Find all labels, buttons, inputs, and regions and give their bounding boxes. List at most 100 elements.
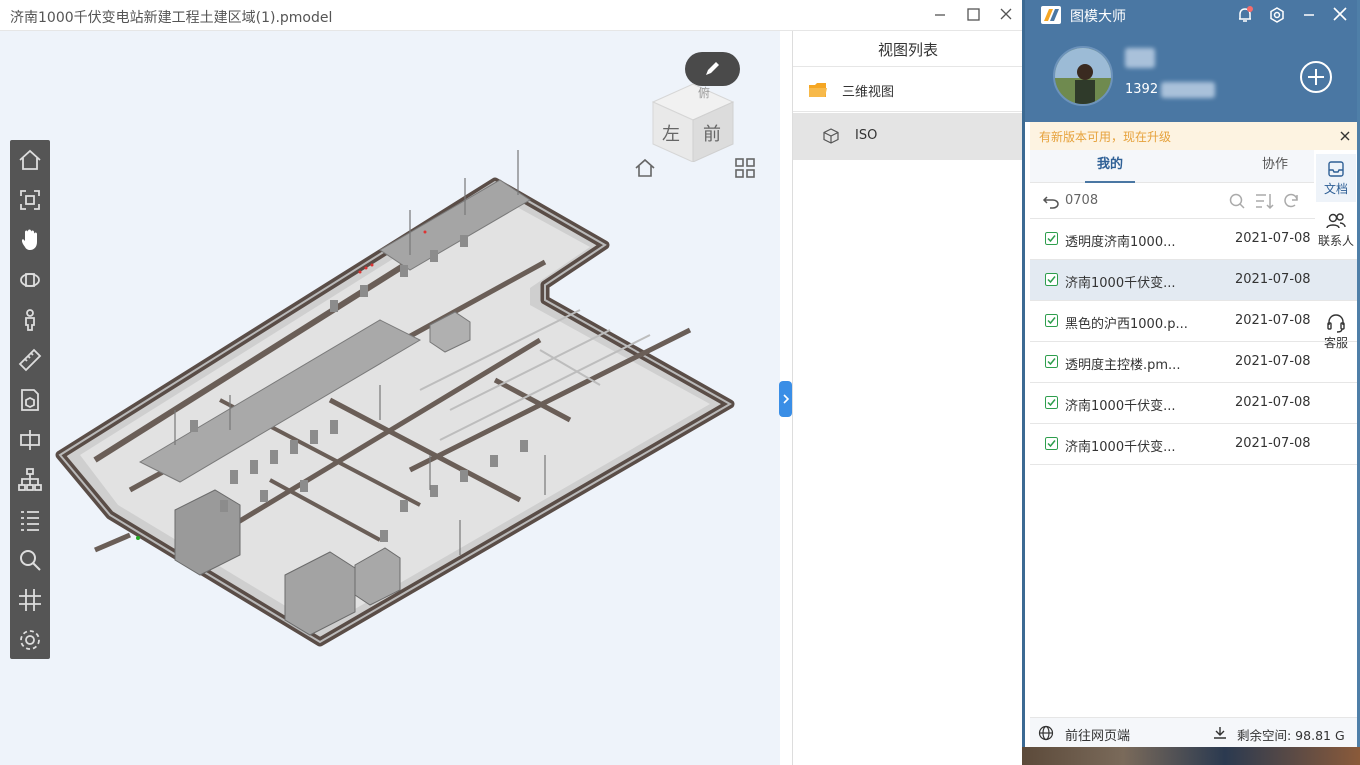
close-button[interactable] bbox=[994, 4, 1018, 26]
model-viewer-window: 济南1000千伏变电站新建工程土建区域(1).pmodel 左 前 俯 视图列表… bbox=[0, 0, 1023, 765]
view-cube[interactable]: 左 前 俯 bbox=[648, 72, 738, 163]
close-icon bbox=[1000, 8, 1012, 20]
measure-tool-button[interactable] bbox=[16, 346, 44, 374]
minimize-button[interactable] bbox=[928, 4, 952, 26]
cube-icon bbox=[823, 128, 839, 144]
file-row[interactable]: 透明度济南1000... 2021-07-08 bbox=[1030, 219, 1357, 260]
rail-label: 文档 bbox=[1323, 182, 1348, 196]
globe-icon bbox=[1038, 725, 1054, 741]
file-name: 济南1000千伏变... bbox=[1065, 276, 1176, 291]
left-toolbar bbox=[10, 140, 50, 659]
file-date: 2021-07-08 bbox=[1235, 313, 1311, 328]
back-icon[interactable] bbox=[1042, 193, 1060, 209]
folder-label: 三维视图 bbox=[842, 85, 895, 100]
multi-view-button[interactable] bbox=[733, 156, 757, 180]
open-web-link[interactable]: 前往网页端 bbox=[1065, 725, 1130, 744]
search-icon bbox=[20, 550, 41, 571]
section-box-button[interactable] bbox=[16, 386, 44, 414]
app-logo bbox=[1041, 6, 1061, 24]
file-name: 黑色的沪西1000.p... bbox=[1065, 317, 1188, 332]
search-icon[interactable] bbox=[1228, 192, 1246, 210]
file-checked-icon bbox=[1045, 437, 1058, 450]
settings-tool-button[interactable] bbox=[16, 626, 44, 654]
minimize-icon bbox=[1304, 14, 1314, 16]
cube-face-left[interactable]: 左 bbox=[662, 120, 680, 146]
properties-button[interactable] bbox=[16, 506, 44, 534]
phone-redacted bbox=[1161, 82, 1215, 98]
view-item-iso[interactable]: ISO bbox=[793, 113, 1023, 160]
minimize-icon bbox=[935, 14, 945, 16]
panel-toggle-handle[interactable] bbox=[779, 381, 792, 417]
notifications-button[interactable] bbox=[1233, 4, 1257, 26]
app-minimize-button[interactable] bbox=[1297, 4, 1321, 26]
download-icon[interactable] bbox=[1212, 725, 1228, 741]
close-icon[interactable] bbox=[1339, 130, 1351, 142]
tab-bar: 我的 协作 bbox=[1030, 150, 1315, 183]
maximize-button[interactable] bbox=[961, 4, 985, 26]
sort-icon[interactable] bbox=[1254, 192, 1274, 210]
file-date: 2021-07-08 bbox=[1235, 354, 1311, 369]
gear-icon bbox=[20, 630, 40, 650]
file-checked-icon bbox=[1045, 355, 1058, 368]
file-row[interactable]: 黑色的沪西1000.p... 2021-07-08 bbox=[1030, 301, 1357, 342]
file-checked-icon bbox=[1045, 314, 1058, 327]
file-checked-icon bbox=[1045, 273, 1058, 286]
avatar-photo bbox=[1055, 48, 1111, 104]
tab-label: 协作 bbox=[1261, 157, 1288, 172]
pan-tool-button[interactable] bbox=[16, 226, 44, 254]
walk-tool-button[interactable] bbox=[16, 306, 44, 334]
file-date: 2021-07-08 bbox=[1235, 231, 1311, 246]
update-banner[interactable]: 有新版本可用，现在升级 bbox=[1030, 122, 1357, 150]
home-icon bbox=[635, 158, 655, 177]
maximize-icon bbox=[967, 8, 980, 21]
split-view-button[interactable] bbox=[16, 426, 44, 454]
cube-face-top[interactable]: 俯 bbox=[698, 84, 710, 101]
axis-grid-button[interactable] bbox=[16, 586, 44, 614]
app-title: 图模大师 bbox=[1070, 9, 1126, 25]
file-name: 济南1000千伏变... bbox=[1065, 399, 1176, 414]
split-icon bbox=[20, 430, 40, 450]
close-icon bbox=[1333, 7, 1347, 21]
cube-face-front[interactable]: 前 bbox=[703, 120, 721, 146]
file-row[interactable]: 济南1000千伏变... 2021-07-08 bbox=[1030, 260, 1357, 301]
user-phone: 1392 bbox=[1125, 82, 1159, 97]
username-redacted bbox=[1125, 48, 1155, 68]
file-name: 透明度主控楼.pm... bbox=[1065, 358, 1181, 373]
file-row[interactable]: 济南1000千伏变... 2021-07-08 bbox=[1030, 383, 1357, 424]
plus-circle-icon bbox=[1300, 61, 1332, 93]
rail-documents[interactable]: 文档 bbox=[1316, 154, 1356, 202]
file-row[interactable]: 济南1000千伏变... 2021-07-08 bbox=[1030, 424, 1357, 465]
view-list-panel: 视图列表 三维视图 ISO bbox=[792, 31, 1023, 765]
fit-view-icon bbox=[20, 190, 40, 210]
search-tool-button[interactable] bbox=[16, 546, 44, 574]
model-tree-button[interactable] bbox=[16, 466, 44, 494]
home-icon bbox=[19, 149, 41, 170]
file-checked-icon bbox=[1045, 396, 1058, 409]
tab-label: 我的 bbox=[1096, 157, 1123, 172]
settings-button[interactable] bbox=[1265, 4, 1289, 26]
storage-remaining: 剩余空间: 98.81 G bbox=[1237, 728, 1345, 743]
add-button[interactable] bbox=[1299, 60, 1333, 94]
document-box-icon bbox=[1328, 161, 1344, 177]
avatar[interactable] bbox=[1053, 46, 1113, 106]
file-date: 2021-07-08 bbox=[1235, 272, 1311, 287]
view-cube-graphic bbox=[651, 83, 735, 163]
app-close-button[interactable] bbox=[1328, 4, 1352, 26]
home-tool-button[interactable] bbox=[16, 146, 44, 174]
orbit-tool-button[interactable] bbox=[16, 266, 44, 294]
gear-icon bbox=[1270, 7, 1284, 23]
desktop-background bbox=[1022, 747, 1360, 765]
3d-model-canvas[interactable]: 左 前 俯 bbox=[0, 31, 780, 765]
file-date: 2021-07-08 bbox=[1235, 395, 1311, 410]
update-banner-text[interactable]: 有新版本可用，现在升级 bbox=[1039, 128, 1171, 145]
tab-mine[interactable]: 我的 bbox=[1085, 150, 1135, 183]
refresh-icon[interactable] bbox=[1282, 192, 1300, 210]
tab-collaboration[interactable]: 协作 bbox=[1250, 150, 1300, 183]
hierarchy-icon bbox=[18, 468, 42, 491]
view-folder-3d[interactable]: 三维视图 bbox=[793, 68, 1023, 112]
file-date: 2021-07-08 bbox=[1235, 436, 1311, 451]
home-view-button[interactable] bbox=[633, 156, 657, 180]
file-row[interactable]: 透明度主控楼.pm... 2021-07-08 bbox=[1030, 342, 1357, 383]
footer-bar: 前往网页端 剩余空间: 98.81 G bbox=[1030, 717, 1357, 747]
fit-view-button[interactable] bbox=[16, 186, 44, 214]
